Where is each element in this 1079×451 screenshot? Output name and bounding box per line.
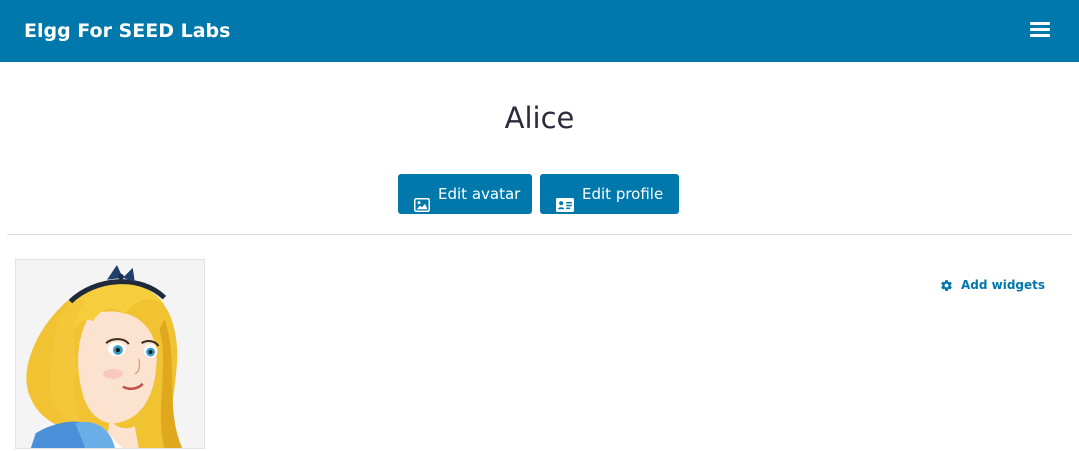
profile-name: Alice (504, 101, 575, 135)
add-widgets-label: Add widgets (961, 278, 1046, 292)
avatar-image (16, 260, 204, 448)
hamburger-menu-icon[interactable] (1030, 22, 1050, 38)
top-bar: Elgg For SEED Labs (0, 0, 1079, 62)
edit-avatar-label: Edit avatar (438, 185, 521, 203)
menu-bar-line (1030, 34, 1050, 37)
menu-bar-line (1030, 28, 1050, 31)
site-title-link[interactable]: Elgg For SEED Labs (24, 18, 230, 44)
divider (7, 234, 1072, 235)
edit-profile-button[interactable]: Edit profile (540, 174, 679, 214)
image-icon (414, 187, 430, 227)
gear-icon (940, 279, 953, 297)
menu-bar-line (1030, 22, 1050, 25)
edit-avatar-button[interactable]: Edit avatar (398, 174, 532, 214)
id-card-icon (556, 187, 574, 227)
avatar[interactable] (15, 259, 205, 449)
edit-profile-label: Edit profile (582, 185, 664, 203)
